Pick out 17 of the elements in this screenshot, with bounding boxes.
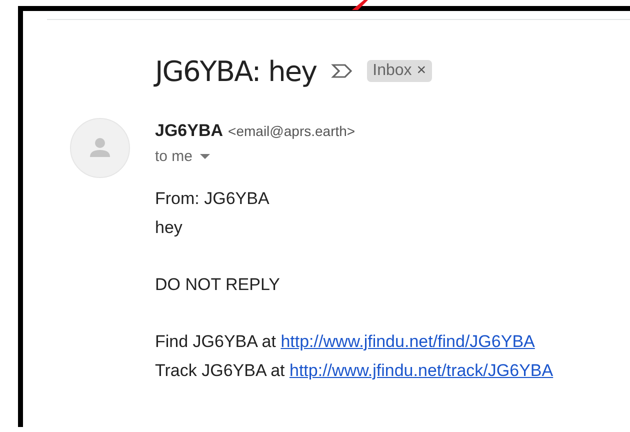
- sender-email: <email@aprs.earth>: [228, 123, 356, 139]
- link[interactable]: http://www.jfindu.net/find/JG6YBA: [280, 332, 535, 351]
- recipient-dropdown[interactable]: to me: [155, 148, 210, 165]
- body-text: Track JG6YBA at: [155, 361, 286, 380]
- importance-marker-icon[interactable]: [330, 63, 353, 79]
- sender-name: JG6YBA: [155, 121, 224, 141]
- link[interactable]: http://www.jfindu.net/track/JG6YBA: [289, 361, 554, 380]
- arrow-icon: [350, 0, 370, 10]
- body-text: hey: [155, 217, 184, 239]
- remove-label-button[interactable]: ×: [412, 62, 428, 80]
- avatar-icon: [70, 118, 130, 178]
- body-text: Find JG6YBA at: [155, 332, 277, 351]
- email-subject: JG6YBA: hey: [155, 54, 317, 88]
- caret-icon: [200, 154, 210, 160]
- body-text: From: JG6YBA: [155, 188, 270, 210]
- label-text: Inbox: [372, 62, 412, 80]
- body-text: DO NOT REPLY: [155, 274, 282, 296]
